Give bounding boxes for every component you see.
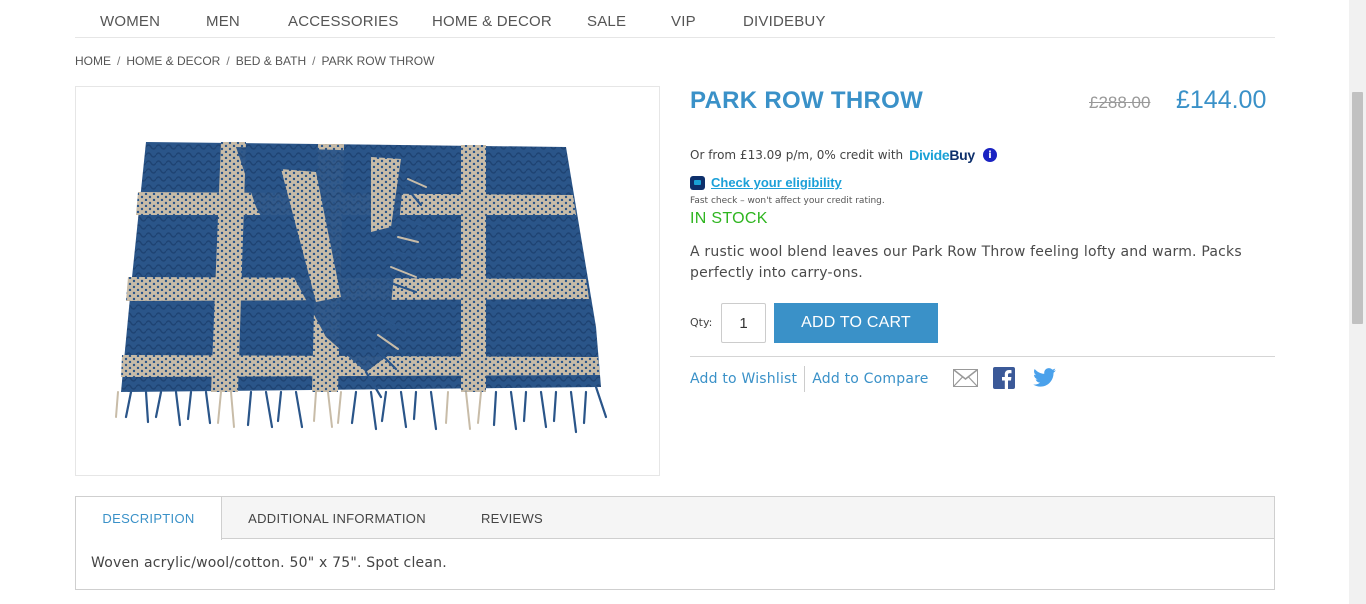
- eligibility-note: Fast check – won't affect your credit ra…: [690, 196, 885, 206]
- short-description: A rustic wool blend leaves our Park Row …: [690, 244, 1242, 281]
- product-tabs: DESCRIPTION ADDITIONAL INFORMATION REVIE…: [75, 496, 1275, 590]
- breadcrumb-separator: /: [226, 54, 230, 68]
- mail-icon[interactable]: [953, 369, 978, 391]
- product-title: PARK ROW THROW: [690, 87, 924, 114]
- nav-item-sale[interactable]: SALE: [587, 13, 626, 30]
- tab-description[interactable]: DESCRIPTION: [76, 497, 222, 540]
- breadcrumb-separator: /: [117, 54, 121, 68]
- breadcrumb-bed-bath[interactable]: BED & BATH: [236, 54, 306, 68]
- nav-item-women[interactable]: WOMEN: [100, 13, 160, 30]
- eligibility-row: Check your eligibility: [690, 175, 842, 190]
- nav-item-men[interactable]: MEN: [206, 13, 240, 30]
- dividebuy-logo: DivideBuy: [909, 147, 975, 163]
- nav-item-home-decor[interactable]: HOME & DECOR: [432, 13, 552, 30]
- info-icon[interactable]: i: [982, 148, 997, 162]
- breadcrumb-home-decor[interactable]: HOME & DECOR: [126, 54, 220, 68]
- breadcrumb-separator: /: [312, 54, 316, 68]
- dividebuy-credit-row: Or from £13.09 p/m, 0% credit with Divid…: [690, 146, 997, 164]
- add-to-compare-link[interactable]: Add to Compare: [812, 371, 928, 387]
- qty-label: Qty:: [690, 316, 713, 329]
- nav-item-dividebuy[interactable]: DIVIDEBUY: [743, 13, 826, 30]
- check-eligibility-link[interactable]: Check your eligibility: [711, 175, 842, 190]
- add-to-cart-button[interactable]: ADD TO CART: [774, 303, 938, 343]
- tab-content: Woven acrylic/wool/cotton. 50" x 75". Sp…: [91, 555, 447, 571]
- dividebuy-logo-part2: Buy: [949, 147, 975, 163]
- twitter-icon[interactable]: [1033, 368, 1056, 391]
- qty-input[interactable]: [721, 303, 766, 343]
- product-actions: Add to Wishlist Add to Compare: [690, 366, 929, 392]
- breadcrumb-current: PARK ROW THROW: [321, 54, 435, 68]
- add-to-wishlist-link[interactable]: Add to Wishlist: [690, 371, 797, 387]
- main-navigation: WOMEN MEN ACCESSORIES HOME & DECOR SALE …: [75, 0, 1275, 38]
- credit-text: Or from £13.09 p/m, 0% credit with: [690, 148, 904, 162]
- divider: [690, 356, 1275, 357]
- breadcrumb: HOME / HOME & DECOR / BED & BATH / PARK ROW TH…: [75, 54, 434, 68]
- facebook-icon[interactable]: [993, 367, 1015, 393]
- tabs-header: DESCRIPTION ADDITIONAL INFORMATION REVIE…: [76, 497, 1274, 540]
- scrollbar-thumb[interactable]: [1352, 92, 1363, 324]
- dividebuy-card-icon: [690, 175, 705, 190]
- breadcrumb-home[interactable]: HOME: [75, 54, 111, 68]
- tab-reviews[interactable]: REVIEWS: [456, 497, 568, 539]
- nav-item-vip[interactable]: VIP: [671, 13, 696, 30]
- nav-item-accessories[interactable]: ACCESSORIES: [288, 13, 399, 30]
- action-separator: [804, 366, 806, 392]
- dividebuy-logo-part1: Divide: [909, 147, 950, 163]
- stock-status: IN STOCK: [690, 210, 768, 227]
- product-price: £144.00: [1176, 86, 1267, 114]
- product-image[interactable]: [75, 86, 660, 476]
- tab-additional-information[interactable]: ADDITIONAL INFORMATION: [226, 497, 448, 539]
- throw-blanket-image: [115, 142, 608, 434]
- old-price: £288.00: [1089, 93, 1151, 112]
